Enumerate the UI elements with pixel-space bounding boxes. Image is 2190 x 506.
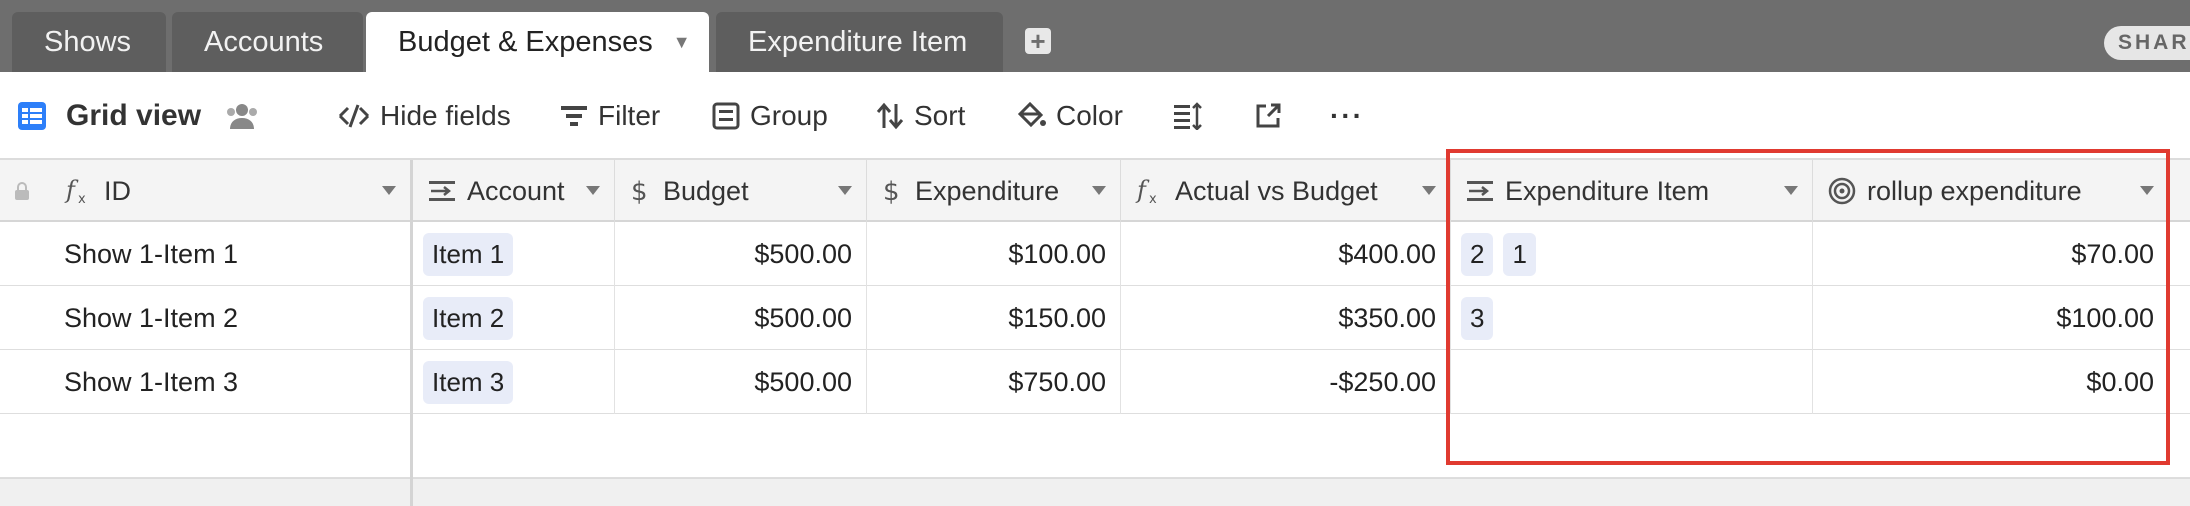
svg-text:x: x (78, 192, 86, 206)
column-header-expenditure[interactable]: $ Expenditure (867, 160, 1121, 222)
currency-icon: $ (631, 177, 648, 206)
linked-record-chip[interactable]: Item 2 (423, 296, 514, 340)
paint-bucket-icon (1017, 102, 1046, 128)
row-height-icon (1174, 102, 1202, 130)
group-button[interactable]: Group (712, 72, 828, 160)
currency-icon: $ (883, 177, 900, 206)
collaborators-button[interactable] (224, 72, 270, 160)
sort-icon (876, 102, 904, 130)
formula-icon: f x (1135, 176, 1157, 206)
chevron-down-icon[interactable] (838, 186, 852, 195)
chevron-down-icon[interactable] (586, 186, 600, 195)
linked-record-chip[interactable]: Item 1 (423, 232, 514, 276)
sort-button[interactable]: Sort (876, 72, 965, 160)
filter-button[interactable]: Filter (560, 72, 660, 160)
more-options-button[interactable]: ··· (1330, 72, 1364, 160)
share-view-button[interactable] (1254, 72, 1292, 160)
svg-text:$: $ (883, 177, 900, 206)
column-header-actual-vs-budget[interactable]: f x Actual vs Budget (1121, 160, 1451, 222)
column-header-account[interactable]: Account (413, 160, 615, 222)
tab-label: Expenditure Item (748, 25, 968, 58)
row-select-header (0, 160, 50, 222)
annotation-highlight-box (1446, 149, 2170, 465)
svg-text:$: $ (631, 177, 648, 206)
sort-label: Sort (914, 100, 966, 131)
tab-label: Accounts (204, 25, 324, 58)
cell-actual-vs-budget[interactable]: $350.00 (1121, 286, 1451, 350)
column-title: Budget (663, 175, 749, 206)
view-toolbar: Grid view Hide fields Filter Group Sort … (0, 72, 2190, 160)
svg-text:x: x (1149, 192, 1157, 206)
cell-expenditure[interactable]: $150.00 (867, 286, 1121, 350)
cell-actual-vs-budget[interactable]: -$250.00 (1121, 350, 1451, 414)
hide-fields-button[interactable]: Hide fields (338, 72, 511, 160)
cell-budget[interactable]: $500.00 (615, 222, 867, 286)
link-record-icon (429, 181, 455, 201)
cell-account[interactable]: Item 2 (413, 286, 615, 350)
tab-expenditure-item[interactable]: Expenditure Item (716, 12, 1003, 72)
share-button[interactable]: SHARE (2104, 26, 2190, 60)
tab-accounts[interactable]: Accounts (172, 12, 363, 72)
tab-label: Shows (44, 25, 132, 58)
column-title: Expenditure (915, 175, 1060, 206)
cell-budget[interactable]: $500.00 (615, 350, 867, 414)
column-header-budget[interactable]: $ Budget (615, 160, 867, 222)
hide-eye-icon (338, 104, 370, 128)
hide-fields-label: Hide fields (380, 100, 511, 131)
people-icon (227, 104, 257, 129)
column-title: Actual vs Budget (1175, 175, 1378, 206)
cell-expenditure[interactable]: $100.00 (867, 222, 1121, 286)
column-header-id[interactable]: f x ID (50, 160, 410, 222)
grid-view-icon (18, 102, 46, 130)
chevron-down-icon[interactable] (382, 186, 396, 195)
cell-actual-vs-budget[interactable]: $400.00 (1121, 222, 1451, 286)
linked-record-chip[interactable]: Item 3 (423, 360, 514, 404)
view-switcher[interactable]: Grid view (16, 72, 201, 160)
frozen-column-divider[interactable] (410, 160, 413, 506)
formula-icon: f x (64, 176, 86, 206)
row-height-button[interactable] (1172, 72, 1212, 160)
chevron-down-icon[interactable] (1092, 186, 1106, 195)
view-name: Grid view (66, 99, 202, 132)
cell-account[interactable]: Item 3 (413, 350, 615, 414)
cell-id[interactable]: Show 1-Item 2 (50, 286, 410, 350)
group-label: Group (750, 100, 828, 131)
table-tab-bar: Shows Accounts Budget & Expenses ▼ Expen… (0, 0, 2190, 72)
cell-account[interactable]: Item 1 (413, 222, 615, 286)
tab-label: Budget & Expenses (398, 25, 653, 58)
column-title: Account (467, 175, 565, 206)
cell-id[interactable]: Show 1-Item 1 (50, 222, 410, 286)
color-button[interactable]: Color (1016, 72, 1123, 160)
filter-icon (561, 106, 587, 126)
tab-budget-expenses[interactable]: Budget & Expenses ▼ (366, 12, 709, 72)
filter-label: Filter (598, 100, 661, 131)
group-icon (712, 102, 740, 130)
cell-budget[interactable]: $500.00 (615, 286, 867, 350)
chevron-down-icon[interactable] (1422, 186, 1436, 195)
tab-shows[interactable]: Shows (12, 12, 166, 72)
more-icon: ··· (1330, 100, 1364, 131)
svg-text:f: f (1135, 176, 1150, 204)
grid-footer (0, 478, 2190, 506)
cell-id[interactable]: Show 1-Item 3 (50, 350, 410, 414)
svg-text:f: f (64, 176, 79, 204)
color-label: Color (1056, 100, 1123, 131)
add-table-icon[interactable]: + (1025, 28, 1051, 54)
external-link-icon (1256, 103, 1281, 128)
chevron-down-icon[interactable]: ▼ (673, 32, 691, 53)
cell-expenditure[interactable]: $750.00 (867, 350, 1121, 414)
column-title: ID (104, 175, 131, 206)
lock-icon (15, 182, 29, 200)
